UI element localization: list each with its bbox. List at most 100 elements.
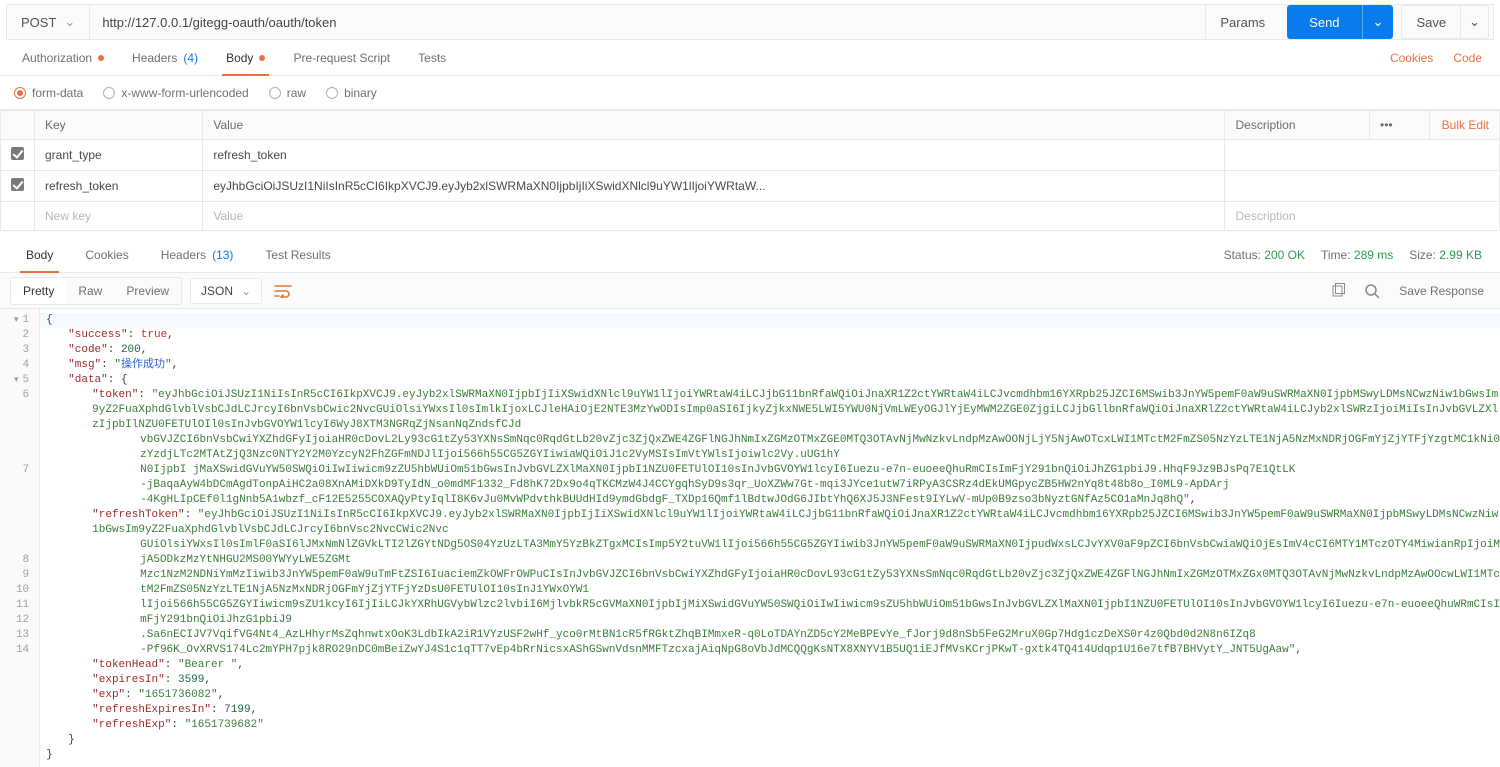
save-dropdown-button[interactable]: ⌄ xyxy=(1461,5,1489,39)
code-line: -4KgHLIpCEf0l1gNnb5A1wbzf_cF12E5255COXAQ… xyxy=(40,493,1500,508)
tab-response-tests[interactable]: Test Results xyxy=(249,237,346,272)
checkbox-checked-icon xyxy=(11,178,24,191)
response-tabs: Body Cookies Headers (13) Test Results S… xyxy=(0,237,1500,273)
chevron-down-icon: ⌄ xyxy=(1373,14,1384,30)
chevron-down-icon: ⌄ xyxy=(64,14,75,30)
request-tabs: Authorization Headers (4) Body Pre-reque… xyxy=(0,40,1500,76)
size-value: 2.99 KB xyxy=(1439,248,1482,262)
bulk-edit-link[interactable]: Bulk Edit xyxy=(1442,118,1489,132)
code-line: Mzc1NzM2NDNiYmMzIiwib3JnYW5pemF0aW9uTmFt… xyxy=(40,568,1500,598)
size-meta: Size: 2.99 KB xyxy=(1401,248,1490,262)
cell-key[interactable]: refresh_token xyxy=(35,171,203,202)
code-line: { xyxy=(40,313,1500,328)
table-row-new: New key Value Description xyxy=(1,202,1500,231)
code-line: -Pf96K_OvXRVS174Lc2mYPH7pjk8RO29nDC0mBei… xyxy=(40,643,1500,658)
code-line: } xyxy=(40,748,1500,763)
table-row: grant_type refresh_token xyxy=(1,140,1500,171)
status-value: 200 OK xyxy=(1264,248,1305,262)
save-response-button[interactable]: Save Response xyxy=(1393,284,1490,298)
url-input[interactable]: http://127.0.0.1/gitegg-oauth/oauth/toke… xyxy=(90,5,1205,39)
language-selector[interactable]: JSON ⌄ xyxy=(190,278,262,304)
tab-body[interactable]: Body xyxy=(212,40,279,75)
radio-raw[interactable]: raw xyxy=(269,86,306,100)
radio-icon xyxy=(14,87,26,99)
table-row: refresh_token eyJhbGciOiJSUzI1NiIsInR5cC… xyxy=(1,171,1500,202)
code-line: "refreshExp": "1651739682" xyxy=(40,718,1500,733)
form-data-table: Key Value Description ••• Bulk Edit gran… xyxy=(0,110,1500,231)
code-line: "msg": "操作成功", xyxy=(40,358,1500,373)
wrap-lines-button[interactable] xyxy=(270,278,296,304)
radio-binary[interactable]: binary xyxy=(326,86,377,100)
checkbox-checked-icon xyxy=(11,147,24,160)
chevron-down-icon: ⌄ xyxy=(241,284,251,298)
cell-value-placeholder[interactable]: Value xyxy=(203,202,1225,231)
http-method-selector[interactable]: POST ⌄ xyxy=(7,5,90,39)
search-button[interactable] xyxy=(1359,278,1385,304)
response-body-viewer[interactable]: 1 2 3 4 5 6 7 8 9 10 11 12 13 14 { "succ… xyxy=(0,309,1500,767)
send-button[interactable]: Send xyxy=(1287,5,1361,39)
code-line: "tokenHead": "Bearer ", xyxy=(40,658,1500,673)
col-description: Description xyxy=(1225,111,1370,140)
request-actions: Params Send ⌄ Save ⌄ xyxy=(1205,5,1493,39)
code-line: "token": "eyJhbGciOiJSUzI1NiIsInR5cCI6Ik… xyxy=(40,388,1500,433)
request-bar: POST ⌄ http://127.0.0.1/gitegg-oauth/oau… xyxy=(6,4,1494,40)
code-link[interactable]: Code xyxy=(1443,51,1492,65)
cell-description-placeholder[interactable]: Description xyxy=(1225,202,1500,231)
time-meta: Time: 289 ms xyxy=(1313,248,1401,262)
params-button[interactable]: Params xyxy=(1205,5,1279,39)
code-line: lIjoi566h55CG5ZGYIiwicm9sZU1kcyI6IjIiLCJ… xyxy=(40,598,1500,628)
cookies-link[interactable]: Cookies xyxy=(1380,51,1443,65)
cell-key-placeholder[interactable]: New key xyxy=(35,202,203,231)
row-checkbox-empty xyxy=(1,202,35,231)
code-content: { "success": true, "code": 200, "msg": "… xyxy=(40,309,1500,767)
col-value: Value xyxy=(203,111,1225,140)
search-icon xyxy=(1364,283,1380,299)
row-checkbox[interactable] xyxy=(1,171,35,202)
response-toolbar: Pretty Raw Preview JSON ⌄ Save Response xyxy=(0,273,1500,309)
view-mode-preview[interactable]: Preview xyxy=(114,278,181,304)
tab-response-body[interactable]: Body xyxy=(10,237,69,272)
row-checkbox[interactable] xyxy=(1,140,35,171)
tab-prerequest[interactable]: Pre-request Script xyxy=(279,40,404,75)
cell-key[interactable]: grant_type xyxy=(35,140,203,171)
checkbox-header xyxy=(1,111,35,140)
cell-value[interactable]: refresh_token xyxy=(203,140,1225,171)
code-line: GUiOlsiYWxsIl0sImlF0aSI6lJMxNmNlZGVkLTI2… xyxy=(40,538,1500,568)
chevron-down-icon: ⌄ xyxy=(1469,14,1480,30)
save-button[interactable]: Save xyxy=(1401,5,1461,39)
code-line: "data": { xyxy=(40,373,1500,388)
tab-response-cookies[interactable]: Cookies xyxy=(69,237,144,272)
cell-description[interactable] xyxy=(1225,171,1500,202)
radio-icon xyxy=(326,87,338,99)
code-line: } xyxy=(40,733,1500,748)
tab-authorization[interactable]: Authorization xyxy=(8,40,118,75)
code-line: "success": true, xyxy=(40,328,1500,343)
tab-tests[interactable]: Tests xyxy=(404,40,460,75)
radio-icon xyxy=(269,87,281,99)
wrap-icon xyxy=(274,284,292,298)
view-mode-raw[interactable]: Raw xyxy=(66,278,114,304)
code-line: N0IjpbI jMaXSwidGVuYW50SWQiOiIwIiwicm9zZ… xyxy=(40,463,1500,478)
line-number-gutter: 1 2 3 4 5 6 7 8 9 10 11 12 13 14 xyxy=(0,309,40,767)
code-line: "refreshToken": "eyJhbGciOiJSUzI1NiIsInR… xyxy=(40,508,1500,538)
cell-value[interactable]: eyJhbGciOiJSUzI1NiIsInR5cCI6IkpXVCJ9.eyJ… xyxy=(203,171,1225,202)
send-dropdown-button[interactable]: ⌄ xyxy=(1362,5,1394,39)
view-mode-pretty[interactable]: Pretty xyxy=(11,278,66,304)
tab-response-headers[interactable]: Headers (13) xyxy=(145,237,250,272)
view-mode-segment: Pretty Raw Preview xyxy=(10,277,182,305)
copy-button[interactable] xyxy=(1325,278,1351,304)
bulk-edit-header: Bulk Edit xyxy=(1430,111,1500,140)
status-meta: Status: 200 OK xyxy=(1216,248,1313,262)
row-tools-header[interactable]: ••• xyxy=(1370,111,1430,140)
radio-icon xyxy=(103,87,115,99)
copy-icon xyxy=(1330,283,1346,299)
col-key: Key xyxy=(35,111,203,140)
radio-x-www-form-urlencoded[interactable]: x-www-form-urlencoded xyxy=(103,86,248,100)
dot-indicator-icon xyxy=(259,55,265,61)
code-line: vbGVJZCI6bnVsbCwiYXZhdGFyIjoiaHR0cDovL2L… xyxy=(40,433,1500,463)
cell-description[interactable] xyxy=(1225,140,1500,171)
radio-form-data[interactable]: form-data xyxy=(14,86,83,100)
code-line: .Sa6nECIJV7VqifVG4Nt4_AzLHhyrMsZqhnwtxOo… xyxy=(40,628,1500,643)
code-line: "refreshExpiresIn": 7199, xyxy=(40,703,1500,718)
tab-headers[interactable]: Headers (4) xyxy=(118,40,212,75)
